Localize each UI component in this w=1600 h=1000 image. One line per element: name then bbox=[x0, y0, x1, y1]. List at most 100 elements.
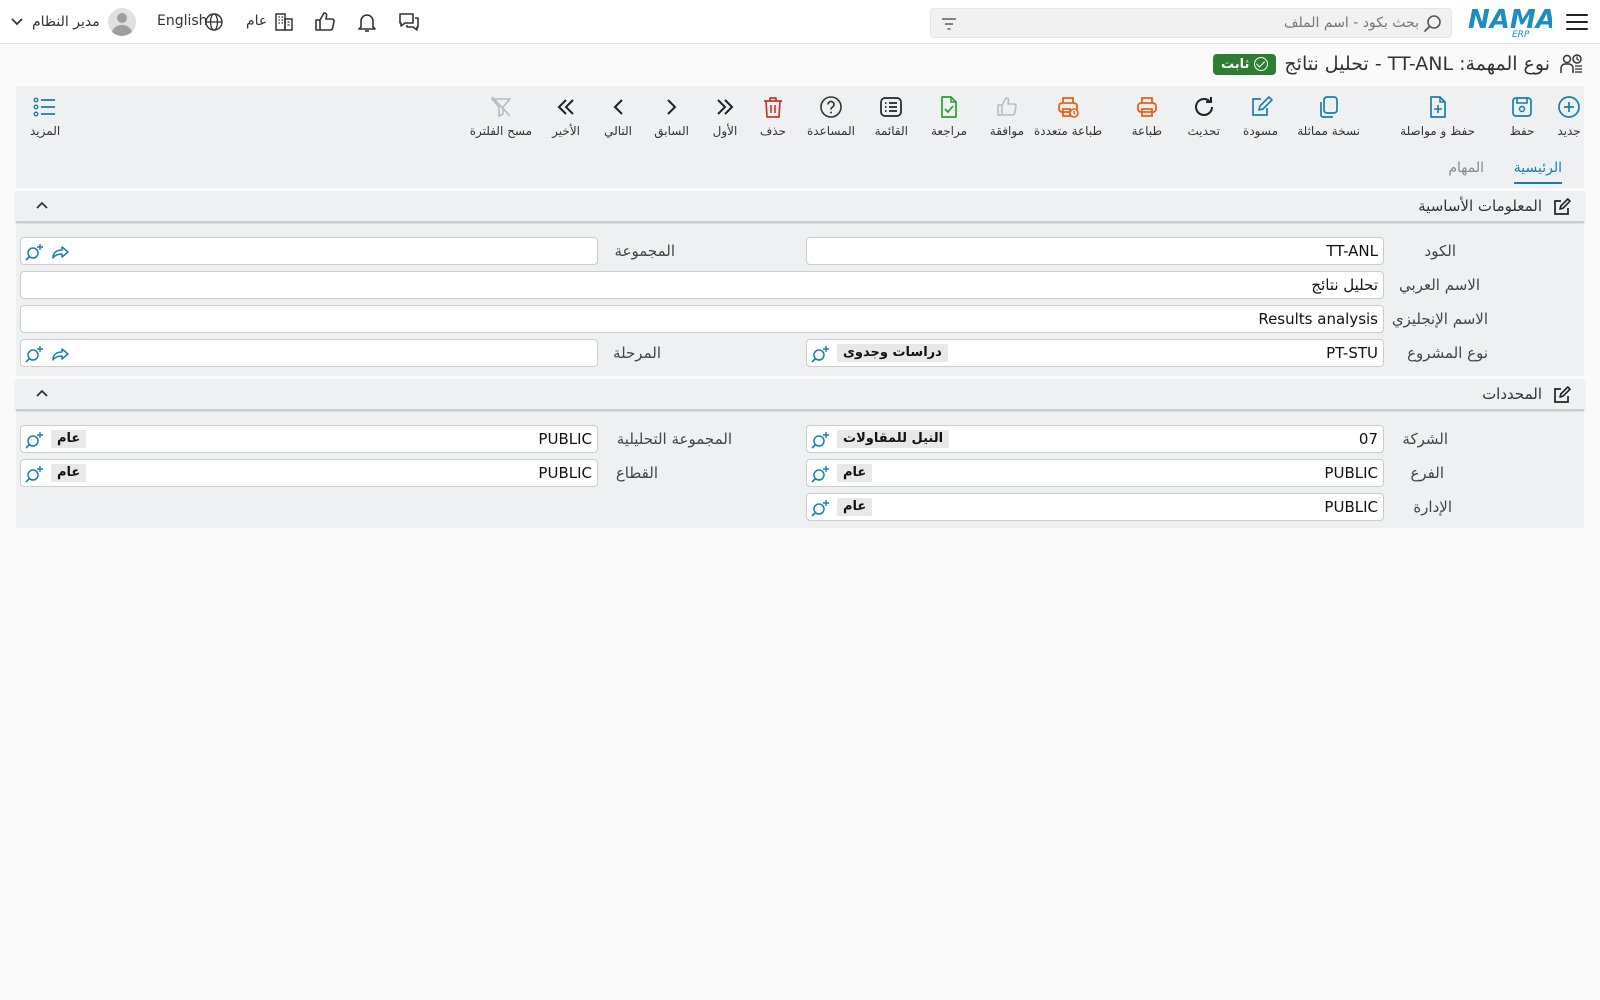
list-button[interactable]: القائمة bbox=[875, 94, 908, 148]
tab-main[interactable]: الرئيسية bbox=[1513, 160, 1562, 184]
page-header: نوع المهمة: TT-ANL - تحليل نتائج ثابت bbox=[1213, 48, 1584, 80]
search-lookup-icon[interactable] bbox=[25, 344, 45, 364]
search-lookup-icon[interactable] bbox=[811, 498, 831, 518]
user-menu[interactable]: مدير النظام bbox=[10, 8, 136, 36]
next-label: التالي bbox=[604, 124, 632, 138]
dimensions-section-header[interactable]: المحددات bbox=[16, 379, 1584, 411]
delete-label: حذف bbox=[759, 124, 786, 138]
draft-button[interactable]: مسودة bbox=[1243, 94, 1278, 148]
chevron-up-icon[interactable] bbox=[34, 386, 50, 402]
help-label: المساعدة bbox=[806, 124, 855, 138]
company-code: 07 bbox=[1358, 430, 1378, 448]
file-check-icon bbox=[941, 96, 957, 118]
clear-filter-button[interactable]: مسح الفلترة bbox=[470, 94, 532, 148]
department-field[interactable]: PUBLIC عام bbox=[806, 493, 1384, 521]
refresh-button[interactable]: تحديث bbox=[1187, 94, 1220, 148]
basic-info-body: الكود TT-ANL المجموعة الاسم العربي تحليل… bbox=[16, 224, 1584, 376]
english-name-field[interactable]: Results analysis bbox=[20, 305, 1384, 333]
clear-filter-label: مسح الفلترة bbox=[469, 124, 532, 138]
search-lookup-icon[interactable] bbox=[811, 344, 831, 364]
branch-label: الفرع bbox=[1410, 464, 1444, 482]
company-label[interactable]: عام bbox=[246, 13, 267, 29]
edit-file-icon bbox=[1251, 96, 1273, 116]
refresh-label: تحديث bbox=[1187, 124, 1220, 138]
group-field[interactable] bbox=[20, 237, 598, 265]
chat-icon[interactable] bbox=[397, 10, 421, 34]
last-button[interactable]: الأخير bbox=[552, 94, 580, 148]
sector-label: القطاع bbox=[615, 464, 658, 482]
menu-icon[interactable] bbox=[1566, 12, 1588, 32]
next-button[interactable]: التالي bbox=[604, 94, 632, 148]
arabic-name-field[interactable]: تحليل نتائج bbox=[20, 271, 1384, 299]
multi-print-button[interactable]: طباعة متعددة bbox=[1034, 94, 1102, 148]
chevron-up-icon[interactable] bbox=[34, 198, 50, 214]
arabic-name-label: الاسم العربي bbox=[1399, 276, 1480, 294]
print-label: طباعة bbox=[1131, 124, 1162, 138]
draft-label: مسودة bbox=[1243, 124, 1278, 138]
language-switch[interactable]: English bbox=[157, 13, 208, 29]
nama-erp-logo[interactable]: NAMA ERP bbox=[1468, 4, 1552, 38]
stage-field[interactable] bbox=[20, 339, 598, 367]
review-button[interactable]: مراجعة bbox=[931, 94, 967, 148]
bell-icon[interactable] bbox=[355, 10, 379, 34]
group-label: المجموعة bbox=[614, 242, 675, 260]
share-icon[interactable] bbox=[51, 242, 71, 262]
tab-tasks[interactable]: المهام bbox=[1448, 160, 1484, 182]
analytic-group-label: المجموعة التحليلية bbox=[616, 430, 732, 448]
company-building-icon[interactable] bbox=[272, 10, 296, 34]
branch-field[interactable]: PUBLIC عام bbox=[806, 459, 1384, 487]
search-input[interactable] bbox=[979, 11, 1419, 35]
more-button[interactable]: المزيد bbox=[30, 94, 60, 148]
search-lookup-icon[interactable] bbox=[811, 464, 831, 484]
company-name: النيل للمقاولات bbox=[837, 430, 950, 448]
sector-name: عام bbox=[51, 464, 87, 482]
user-name: مدير النظام bbox=[32, 14, 100, 30]
edit-square-icon bbox=[1554, 386, 1571, 403]
status-badge: ثابت bbox=[1213, 53, 1277, 75]
delete-button[interactable]: حذف bbox=[760, 94, 786, 148]
previous-label: السابق bbox=[654, 124, 689, 138]
list-icon bbox=[880, 97, 903, 117]
save-continue-button[interactable]: حفظ و مواصلة bbox=[1400, 94, 1475, 148]
code-value: TT-ANL bbox=[1326, 242, 1378, 260]
arabic-name-value: تحليل نتائج bbox=[1311, 276, 1378, 294]
project-type-field[interactable]: PT-STU دراسات وجدوى bbox=[806, 339, 1384, 367]
multi-print-label: طباعة متعددة bbox=[1033, 124, 1102, 138]
chevron-right-icon bbox=[666, 99, 677, 115]
search-lookup-icon[interactable] bbox=[25, 242, 45, 262]
first-button[interactable]: الأول bbox=[712, 94, 738, 148]
sector-field[interactable]: PUBLIC عام bbox=[20, 459, 598, 487]
new-button[interactable]: جديد bbox=[1556, 94, 1582, 148]
company-field[interactable]: 07 النيل للمقاولات bbox=[806, 425, 1384, 453]
branch-code: PUBLIC bbox=[1324, 464, 1378, 482]
save-button[interactable]: حفظ bbox=[1509, 94, 1535, 148]
top-bar: NAMA ERP عام English مدير النظام bbox=[0, 0, 1600, 44]
file-plus-icon bbox=[1429, 96, 1446, 118]
basic-info-section-header[interactable]: المعلومات الأساسية bbox=[16, 191, 1584, 223]
chevron-down-icon bbox=[11, 18, 23, 26]
thumbs-up-icon[interactable] bbox=[313, 10, 337, 34]
approve-button[interactable]: موافقة bbox=[990, 94, 1024, 148]
share-icon[interactable] bbox=[51, 344, 71, 364]
analytic-group-field[interactable]: PUBLIC عام bbox=[20, 425, 598, 453]
search-lookup-icon[interactable] bbox=[811, 430, 831, 450]
branch-name: عام bbox=[837, 464, 873, 482]
search-lookup-icon[interactable] bbox=[25, 430, 45, 450]
more-label: المزيد bbox=[30, 124, 61, 138]
filter-icon[interactable] bbox=[939, 14, 959, 34]
approve-label: موافقة bbox=[989, 124, 1024, 138]
basic-info-title: المعلومات الأساسية bbox=[1418, 197, 1542, 215]
department-code: PUBLIC bbox=[1324, 498, 1378, 516]
duplicate-button[interactable]: نسخة مماثلة bbox=[1297, 94, 1360, 148]
code-field[interactable]: TT-ANL bbox=[806, 237, 1384, 265]
project-type-label: نوع المشروع bbox=[1407, 344, 1488, 362]
search-icon[interactable] bbox=[1423, 14, 1443, 34]
status-badge-label: ثابت bbox=[1221, 56, 1250, 72]
english-name-label: الاسم الإنجليزي bbox=[1391, 310, 1488, 328]
search-lookup-icon[interactable] bbox=[25, 464, 45, 484]
copy-icon bbox=[1319, 96, 1338, 118]
duplicate-label: نسخة مماثلة bbox=[1297, 124, 1360, 138]
help-button[interactable]: المساعدة bbox=[807, 94, 855, 148]
previous-button[interactable]: السابق bbox=[654, 94, 689, 148]
print-button[interactable]: طباعة bbox=[1132, 94, 1162, 148]
